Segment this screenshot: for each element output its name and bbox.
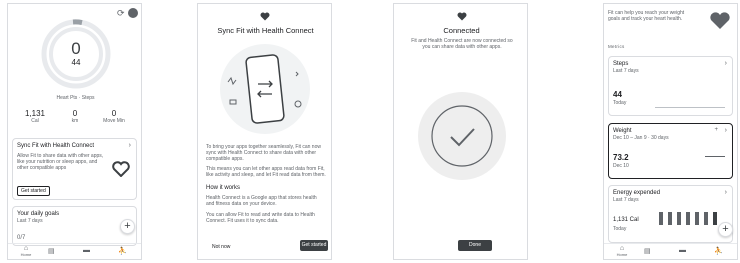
sync-intro-screen: Sync Fit with Health Connect To bring yo…: [197, 3, 332, 260]
intro-paragraph-1: To bring your apps together seamlessly, …: [206, 144, 321, 162]
page-title: Connected: [443, 26, 480, 35]
stat-cal: 1,131 Cal: [24, 109, 46, 124]
home-icon: ⌂: [619, 245, 625, 252]
sync-card-title: Sync Fit with Health Connect: [17, 143, 95, 149]
get-started-button[interactable]: Get started: [17, 186, 50, 196]
heart-illustration: [710, 12, 730, 29]
stat-move-min: 0 Move Min: [103, 109, 125, 124]
health-connect-icon: [112, 161, 130, 177]
home-screen: ⟳ 0 44 Heart Pts · Steps 1,131 Cal 0 km …: [7, 3, 142, 260]
bottom-nav: ⌂ Home ▤ ▬ ⛹: [604, 243, 737, 259]
heart-health-text: Fit can help you reach your weight goals…: [608, 10, 685, 22]
steps-card[interactable]: Steps › Last 7 days 44 Today: [608, 56, 733, 116]
energy-bar-3: [677, 212, 681, 225]
chevron-right-icon: ›: [128, 142, 131, 149]
chevron-right-icon: ›: [724, 189, 727, 196]
home-icon: ⌂: [23, 245, 29, 252]
health-connect-logo-icon: [457, 12, 467, 21]
goals-subtitle: Last 7 days: [17, 218, 43, 224]
browse-screen: Fit can help you reach your weight goals…: [603, 3, 738, 260]
steps-card-subtitle: Last 7 days: [613, 68, 639, 74]
browse-icon[interactable]: ▬: [679, 247, 686, 254]
energy-bar-6: [704, 212, 708, 225]
chevron-right-icon: ›: [724, 60, 727, 67]
steps-value: 44: [71, 58, 81, 67]
energy-bar-4: [686, 212, 690, 225]
weight-card-value: 73.2: [613, 153, 629, 162]
journal-icon[interactable]: ▤: [644, 247, 651, 255]
daily-goals-card[interactable]: Your daily goals Last 7 days 0/7: [12, 206, 137, 246]
add-fab-button[interactable]: +: [718, 222, 733, 237]
steps-card-value: 44: [613, 90, 622, 99]
ring-legend: Heart Pts · Steps: [56, 95, 95, 101]
connected-body: Fit and Health Connect are now connected…: [411, 38, 513, 50]
weight-card-title: Weight: [613, 128, 632, 134]
connected-screen: Connected Fit and Health Connect are now…: [393, 3, 528, 260]
sync-card-body: Allow Fit to share data with other apps,…: [17, 153, 104, 171]
sync-status-icon[interactable]: ⟳: [117, 8, 125, 19]
energy-card-sub: Today: [613, 226, 627, 232]
not-now-button[interactable]: Not now: [212, 244, 230, 250]
sync-card[interactable]: Sync Fit with Health Connect › Allow Fit…: [12, 138, 137, 200]
energy-bar-5: [695, 212, 699, 225]
chevron-right-icon: ›: [724, 127, 727, 134]
check-circle-icon: [418, 92, 506, 180]
health-connect-logo-icon: [260, 12, 270, 21]
energy-card[interactable]: Energy expended › Last 7 days 1,131 Cal …: [608, 185, 733, 243]
bottom-nav: ⌂ Home ▤ ▬ ⛹: [8, 243, 141, 259]
intro-paragraph-3: Health Connect is a Google app that stor…: [206, 195, 317, 207]
intro-paragraph-2: This means you can let other apps read d…: [206, 166, 326, 178]
add-weight-icon[interactable]: +: [714, 127, 718, 133]
get-started-button[interactable]: Get started: [300, 240, 328, 251]
done-button[interactable]: Done: [458, 240, 492, 251]
weight-trend-line: [705, 156, 725, 157]
weight-card-subtitle: Dec 10 – Jan 9 · 30 days: [613, 135, 669, 141]
energy-card-value: 1,131 Cal: [613, 217, 639, 223]
steps-card-sub: Today: [613, 100, 627, 106]
add-fab-button[interactable]: +: [120, 219, 135, 234]
sync-illustration: [220, 44, 310, 134]
intro-paragraph-4: You can allow Fit to read and write data…: [206, 212, 315, 224]
heart-points-value: 0: [71, 39, 81, 58]
energy-bar-1: [659, 212, 663, 225]
energy-bar-2: [668, 212, 672, 225]
goals-title: Your daily goals: [17, 211, 60, 217]
page-title: Sync Fit with Health Connect: [217, 26, 314, 35]
profile-icon[interactable]: ⛹: [118, 247, 127, 255]
weight-card-sub: Dec 10: [613, 163, 629, 169]
nav-home[interactable]: ⌂ Home: [612, 245, 632, 257]
browse-icon[interactable]: ▬: [83, 247, 90, 254]
energy-card-subtitle: Last 7 days: [613, 197, 639, 203]
steps-chart-line: [655, 107, 725, 108]
how-it-works-heading: How it works: [206, 185, 241, 191]
energy-card-title: Energy expended: [613, 190, 661, 196]
energy-bar-7: [713, 212, 717, 225]
stat-km: 0 km: [71, 109, 79, 124]
steps-card-title: Steps: [613, 61, 629, 67]
journal-icon[interactable]: ▤: [48, 247, 55, 255]
profile-icon[interactable]: ⛹: [714, 247, 723, 255]
section-label: Metrics: [608, 44, 625, 49]
nav-home[interactable]: ⌂ Home: [16, 245, 36, 257]
avatar[interactable]: [128, 8, 138, 18]
goals-value: 0/7: [17, 235, 26, 241]
weight-card[interactable]: Weight + › Dec 10 – Jan 9 · 30 days 73.2…: [608, 123, 733, 179]
